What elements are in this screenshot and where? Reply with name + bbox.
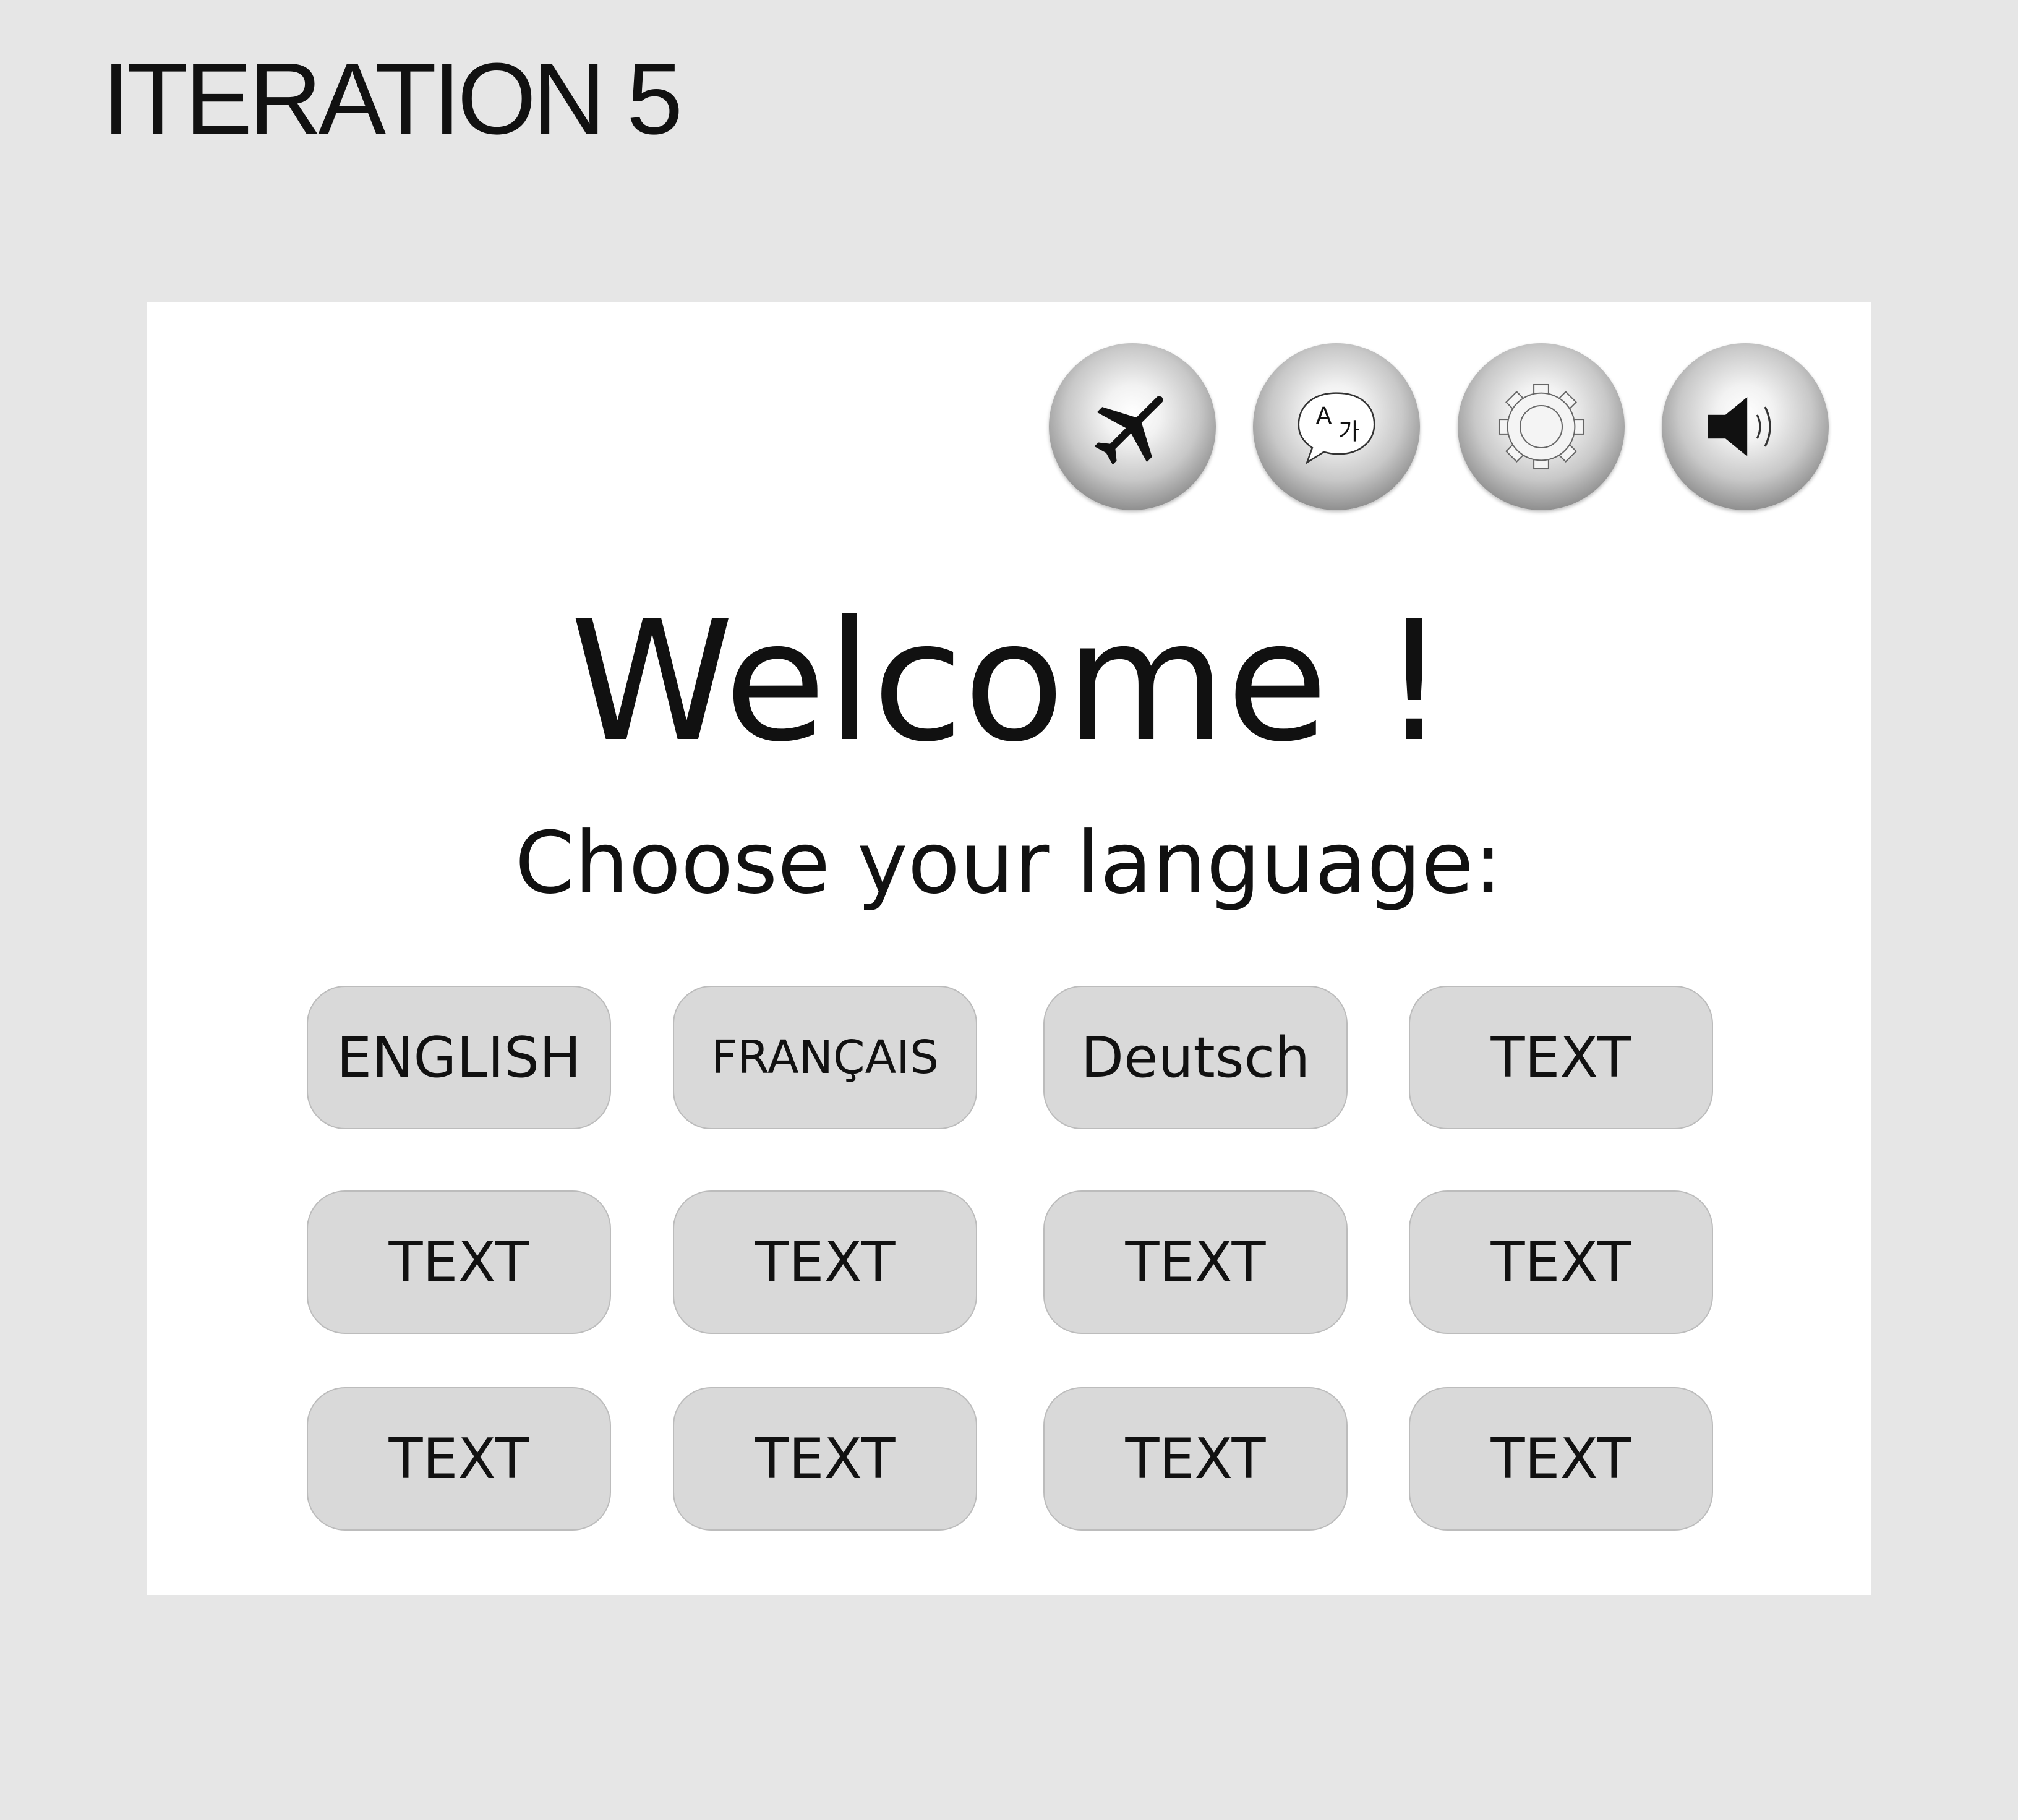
choose-language-prompt: Choose your language: [515, 813, 1503, 913]
lang-button-11[interactable]: TEXT [1043, 1387, 1348, 1531]
iteration-title: ITERATION 5 [102, 42, 683, 155]
kiosk-screen: A 가 Welcome ! Choose your language: ENGL… [147, 302, 1871, 1595]
welcome-title: Welcome ! [570, 586, 1448, 779]
lang-button-12[interactable]: TEXT [1409, 1387, 1713, 1531]
translate-button[interactable]: A 가 [1253, 343, 1420, 510]
gear-icon [1489, 374, 1594, 479]
settings-button[interactable] [1458, 343, 1625, 510]
translate-glyph-a: A [1316, 402, 1332, 429]
sound-button[interactable] [1662, 343, 1829, 510]
lang-button-10[interactable]: TEXT [673, 1387, 977, 1531]
speaker-icon [1696, 377, 1795, 476]
lang-button-6[interactable]: TEXT [673, 1190, 977, 1334]
lang-button-4[interactable]: TEXT [1409, 986, 1713, 1129]
lang-button-9[interactable]: TEXT [307, 1387, 611, 1531]
translate-icon: A 가 [1284, 374, 1389, 479]
lang-button-deutsch[interactable]: Deutsch [1043, 986, 1348, 1129]
translate-glyph-ko: 가 [1338, 417, 1359, 445]
lang-button-7[interactable]: TEXT [1043, 1190, 1348, 1334]
lang-button-8[interactable]: TEXT [1409, 1190, 1713, 1334]
lang-button-english[interactable]: ENGLISH [307, 986, 611, 1129]
airplane-icon [1086, 380, 1179, 473]
flight-button[interactable] [1049, 343, 1216, 510]
lang-button-francais[interactable]: FRANÇAIS [673, 986, 977, 1129]
lang-button-5[interactable]: TEXT [307, 1190, 611, 1334]
